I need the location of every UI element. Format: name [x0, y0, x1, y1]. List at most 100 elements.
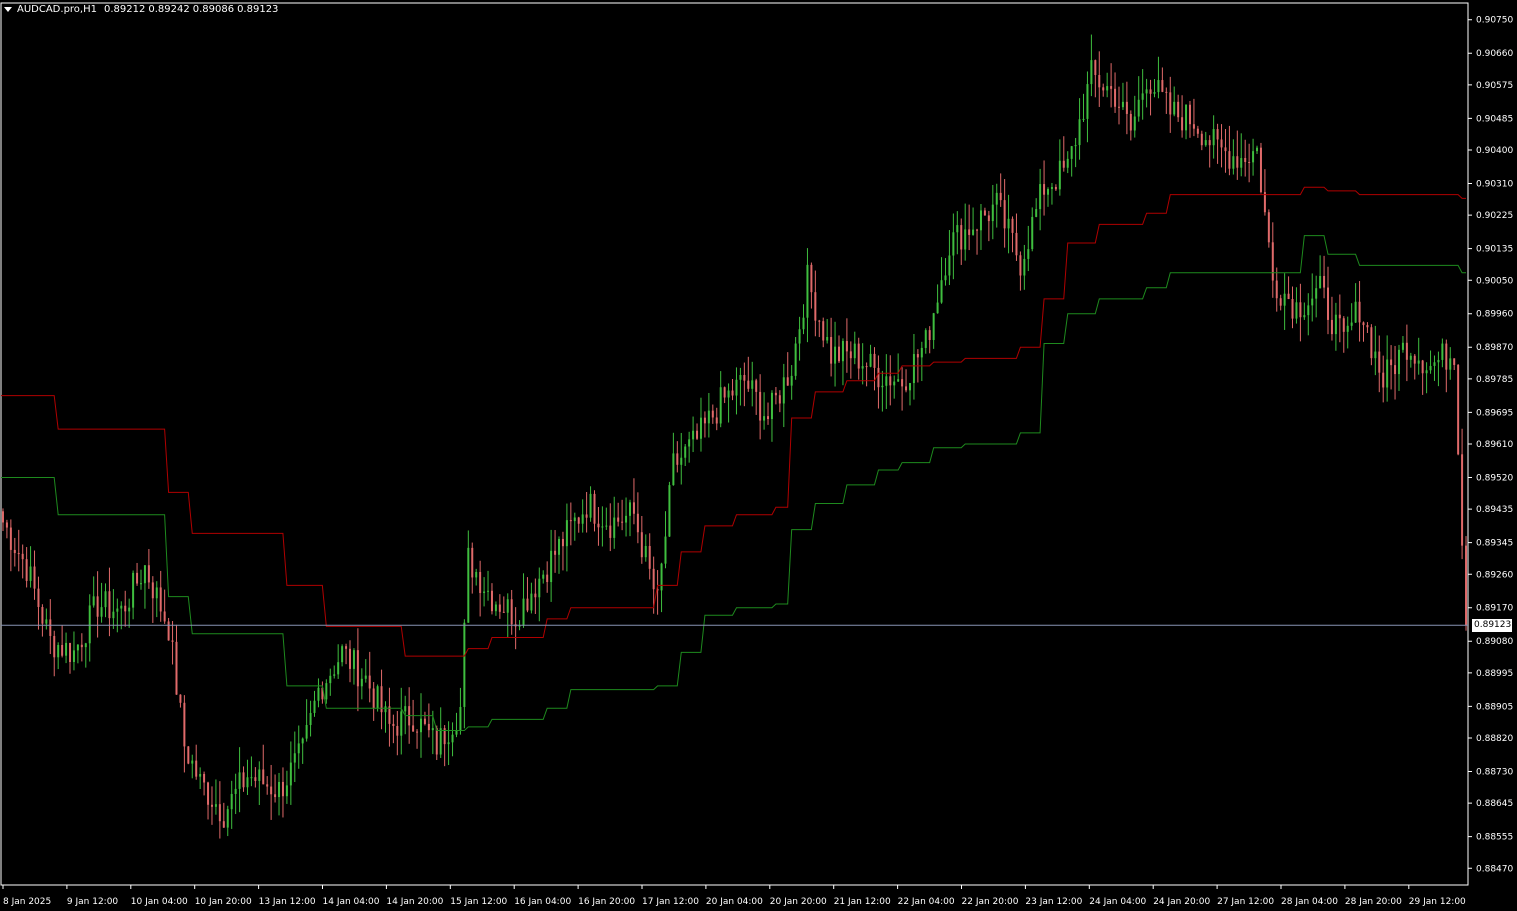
candle-body [151, 582, 154, 599]
y-axis: 0.90750 0.90660 0.90575 0.90485 0.90400 0.903… [1468, 16, 1513, 874]
candle-body [278, 781, 281, 798]
candle-body [175, 641, 178, 695]
candle-body [1023, 258, 1026, 276]
candle [1050, 182, 1053, 205]
candle-body [652, 568, 655, 590]
candle-body [163, 611, 166, 622]
candle-body [818, 320, 821, 322]
candle-body [908, 383, 911, 391]
candle-body [632, 502, 635, 514]
candle [61, 625, 64, 658]
candle-body [1110, 86, 1113, 89]
candle-body [522, 598, 525, 626]
candle-body [1417, 360, 1420, 364]
candle [41, 604, 44, 637]
price-chart[interactable]: 0.90750 0.90660 0.90575 0.90485 0.90400 0.903… [0, 0, 1517, 911]
candle-body [1208, 140, 1211, 146]
candle-body [1279, 298, 1282, 306]
candle [940, 257, 943, 304]
candle-body [25, 559, 28, 581]
candle [132, 570, 135, 620]
candle-body [1232, 156, 1235, 169]
candle-body [1050, 187, 1053, 190]
y-tick-label: 0.89520 [1476, 473, 1513, 483]
y-tick-label: 0.90575 [1476, 81, 1513, 91]
candle-body [920, 347, 923, 358]
candle [333, 665, 336, 679]
candle [65, 632, 68, 664]
candle-body [325, 683, 328, 700]
candle [573, 512, 576, 541]
chart-window[interactable]: 0.90750 0.90660 0.90575 0.90485 0.90400 0.903… [0, 0, 1517, 911]
candle-body [802, 317, 805, 330]
candle [668, 481, 671, 537]
y-tick-label: 0.90400 [1476, 146, 1513, 156]
candle [711, 404, 714, 424]
candle-body [1149, 89, 1152, 94]
candle [810, 262, 813, 309]
candle [830, 317, 833, 377]
candle [471, 542, 474, 594]
candle-body [29, 566, 32, 581]
candle-body [999, 192, 1002, 201]
candle-body [305, 724, 308, 739]
candle [1362, 321, 1365, 342]
candle [1449, 347, 1452, 380]
candle [1307, 293, 1310, 336]
candle-body [542, 574, 545, 579]
candle-body [1346, 325, 1349, 332]
candle [1196, 125, 1199, 138]
candle [1413, 354, 1416, 380]
candle [250, 756, 253, 787]
candle-body [676, 453, 679, 465]
candle-body [968, 229, 971, 235]
candle [1461, 428, 1464, 560]
candle-body [727, 390, 730, 398]
candle [1287, 276, 1290, 300]
current-price-tag: 0.89123 [1472, 619, 1512, 633]
candle [92, 576, 95, 608]
candle-body [147, 565, 150, 583]
candle-body [976, 229, 979, 231]
candle [1141, 69, 1144, 120]
candle [1031, 207, 1034, 252]
candle [565, 503, 568, 572]
candle-body [258, 769, 261, 781]
candle-body [1011, 218, 1014, 233]
candle [483, 577, 486, 607]
candle [928, 326, 931, 354]
candle [743, 362, 746, 407]
candle [159, 570, 162, 622]
candle [755, 378, 758, 415]
y-tick-label: 0.90660 [1476, 49, 1513, 59]
dropdown-triangle-icon[interactable] [4, 7, 12, 12]
candle [818, 319, 821, 338]
candle [37, 576, 40, 630]
candle-body [254, 777, 257, 781]
candle [794, 337, 797, 380]
candle [1330, 296, 1333, 341]
candle-body [1299, 302, 1302, 318]
candle-body [502, 611, 505, 613]
candle-body [76, 644, 79, 651]
candle-body [1102, 87, 1105, 91]
candle [912, 333, 915, 400]
candle [546, 561, 549, 593]
candle [207, 781, 210, 820]
candle-body [889, 376, 892, 386]
candle [952, 213, 955, 280]
symbol-header[interactable]: AUDCAD.pro,H1 0.89212 0.89242 0.89086 0.… [4, 4, 278, 15]
candle [372, 682, 375, 721]
candle-body [1082, 118, 1085, 120]
candle-body [435, 728, 438, 755]
candle-body [427, 723, 430, 731]
candle-body [368, 675, 371, 689]
candle-body [995, 192, 998, 205]
y-tick-label: 0.90135 [1476, 245, 1513, 255]
candle-body [569, 520, 572, 522]
candle-body [1295, 302, 1298, 319]
candle [203, 771, 206, 796]
candle [739, 367, 742, 406]
candle-body [1433, 362, 1436, 366]
candle-body [384, 706, 387, 713]
